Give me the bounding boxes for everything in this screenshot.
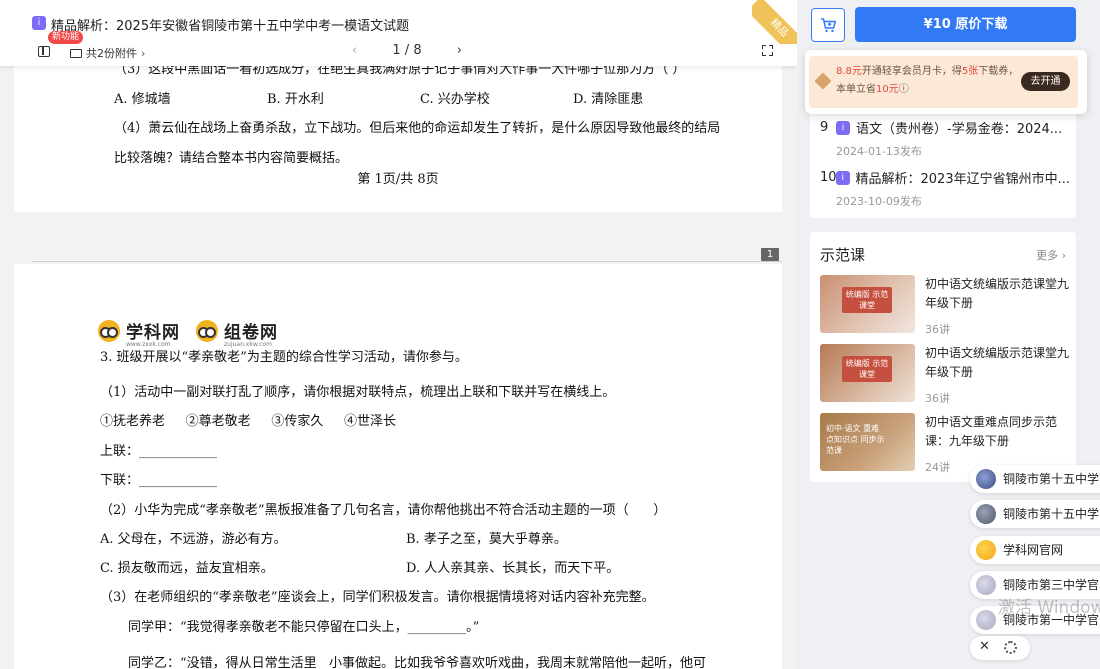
attachments-link[interactable]: 共2份附件 › (70, 45, 145, 61)
vip-promo-text: 8.8元开通轻享会员月卡，得5张下载券，本单立省10元ⓘ (836, 66, 1019, 95)
share-item[interactable]: 铜陵市第十五中学官 (970, 465, 1100, 493)
lesson-count: 24讲 (925, 461, 950, 474)
dialogue-student-a: 同学甲：“我觉得孝亲敬老不能只停留在口头上，_________。” (128, 620, 480, 635)
premium-doc-icon: i (836, 120, 850, 135)
sidebar-toggle-icon[interactable] (38, 46, 50, 57)
course-thumbnail: 统编版 示范课堂 (820, 275, 915, 333)
option-c: C. 损友敬而远，益友宜相亲。 (100, 561, 274, 576)
option-b: B. 孝子之至，莫大乎尊亲。 (406, 532, 567, 547)
right-sidebar: 9 i 语文（贵州卷）-学易金卷：2024... 2024-01-13发布 10… (797, 0, 1100, 669)
dialogue-student-b: 同学乙：“没错，得从日常生活里 小事做起。比如我爷爷喜欢听戏曲，我周末就常陪他一… (128, 656, 707, 669)
option-a: A. 修城墙 (114, 92, 171, 107)
chevron-right-icon: › (141, 46, 146, 60)
option-b: B. 开水利 (267, 92, 324, 107)
section-title: 示范课 (820, 246, 866, 264)
question-3-2: （2）小华为完成“孝亲敬老”黑板报准备了几句名言，请你帮他挑出不符合活动主题的一… (100, 503, 667, 518)
share-item[interactable]: 铜陵市第十五中学 (970, 500, 1100, 528)
more-link[interactable]: 更多 › (1036, 247, 1066, 263)
document-viewer[interactable]: （3）这段中黑面话一看初选成分，在绝生真我满好原子记子事情对大作事一大件哪子位那… (0, 0, 797, 669)
course-thumbnail: 初中·语文 重难点知识点 同步示范课 (820, 413, 915, 471)
course-item[interactable]: 统编版 示范课堂 初中语文统编版示范课堂九年级下册 36讲 (820, 275, 1070, 336)
course-item[interactable]: 初中·语文 重难点知识点 同步示范课 初中语文重难点同步示范课：九年级下册 24… (820, 413, 1070, 474)
add-to-cart-button[interactable] (811, 8, 845, 42)
share-item[interactable]: 学科网官网 (970, 536, 1100, 564)
owl-logo-icon (196, 319, 218, 342)
list-item[interactable]: 10 i 精品解析：2023年辽宁省锦州市中... 2023-10-09发布 (820, 168, 1070, 209)
upper-couplet-blank: 上联：____________ (100, 444, 218, 459)
list-item-title: 语文（贵州卷）-学易金卷：2024... (856, 122, 1063, 137)
couplet-pieces: ①抚老养老 ②尊老敬老 ③传家久 ④世泽长 (100, 414, 396, 429)
question-3: 3. 班级开展以“孝亲敬老”为主题的综合性学习活动，请你参与。 (100, 350, 468, 365)
lesson-count: 36讲 (925, 392, 950, 405)
list-item[interactable]: 9 i 语文（贵州卷）-学易金卷：2024... 2024-01-13发布 (820, 118, 1070, 159)
school-avatar-icon (976, 504, 996, 524)
next-page-button[interactable]: › (457, 43, 462, 58)
page-number-badge: 1 (761, 248, 779, 261)
school-avatar-icon (976, 469, 996, 489)
course-title: 初中语文重难点同步示范课：九年级下册 (925, 415, 1058, 448)
option-d: D. 清除匪患 (573, 92, 644, 107)
share-controls: ✕ (970, 636, 1030, 660)
download-button[interactable]: ¥10 原价下载 (855, 7, 1076, 42)
premium-doc-icon: i (32, 16, 46, 30)
document-title: 精品解析：2025年安徽省铜陵市第十五中学中考一模语文试题 (51, 19, 410, 34)
question-3-3: （3）在老师组织的“孝亲敬老”座谈会上，同学们积极发言。请你根据情境将对话内容补… (100, 590, 655, 605)
page-navigator: ‹ 1 / 8 › (352, 43, 462, 58)
lower-couplet-blank: 下联：____________ (100, 473, 218, 488)
prev-page-button[interactable]: ‹ (352, 43, 357, 58)
close-icon[interactable]: ✕ (979, 639, 990, 654)
page-footer: 第 1页/共 8页 (357, 172, 439, 187)
emoji-avatar-icon (976, 540, 996, 560)
windows-activation-watermark: 激活 Windows (998, 598, 1100, 618)
diamond-icon (814, 72, 832, 90)
demo-courses-panel: 示范课 更多 › 统编版 示范课堂 初中语文统编版示范课堂九年级下册 36讲 统… (810, 232, 1076, 482)
list-item-title: 精品解析：2023年辽宁省锦州市中... (855, 172, 1070, 187)
page-indicator: 1 / 8 (392, 43, 422, 58)
premium-ribbon: 精品 (752, 0, 800, 44)
course-title: 初中语文统编版示范课堂九年级下册 (925, 346, 1070, 379)
option-a: A. 父母在，不远游，游必有方。 (100, 532, 287, 547)
page-divider (32, 261, 782, 262)
premium-doc-icon: i (836, 170, 850, 185)
school-avatar-icon (976, 575, 996, 595)
vip-promo-popup: 8.8元开通轻享会员月卡，得5张下载券，本单立省10元ⓘ 去开通 (805, 50, 1087, 114)
option-c: C. 兴办学校 (420, 92, 490, 107)
xkw-logo: 学科网 www.zxxk.com 组卷网 zujuan.xkw.com (98, 318, 278, 348)
info-icon: ⓘ (898, 84, 909, 95)
gear-icon[interactable] (1004, 641, 1017, 654)
new-feature-badge: 新功能 (48, 31, 84, 44)
document-toolbar: i 精品解析：2025年安徽省铜陵市第十五中学中考一模语文试题 新功能 共2份附… (0, 0, 800, 66)
course-item[interactable]: 统编版 示范课堂 初中语文统编版示范课堂九年级下册 36讲 (820, 344, 1070, 405)
publish-date: 2023-10-09发布 (836, 195, 922, 208)
question-3-1: （1）活动中一副对联打乱了顺序，请你根据对联特点，梳理出上联和下联并写在横线上。 (100, 385, 616, 400)
cart-icon (821, 18, 837, 33)
course-title: 初中语文统编版示范课堂九年级下册 (925, 277, 1070, 310)
option-d: D. 人人亲其亲、长其长，而天下平。 (406, 561, 620, 576)
publish-date: 2024-01-13发布 (836, 145, 922, 158)
owl-logo-icon (98, 319, 120, 342)
lesson-count: 36讲 (925, 323, 950, 336)
vip-join-button[interactable]: 去开通 (1021, 72, 1070, 91)
question-4-line-2: 比较落魄？请结合整本书内容简要概括。 (114, 151, 349, 166)
course-thumbnail: 统编版 示范课堂 (820, 344, 915, 402)
school-avatar-icon (976, 610, 996, 630)
question-4-line-1: （4）萧云仙在战场上奋勇杀敌，立下战功。但后来他的命运却发生了转折，是什么原因导… (114, 121, 721, 136)
fullscreen-icon[interactable] (762, 45, 773, 56)
folder-icon (70, 48, 82, 58)
